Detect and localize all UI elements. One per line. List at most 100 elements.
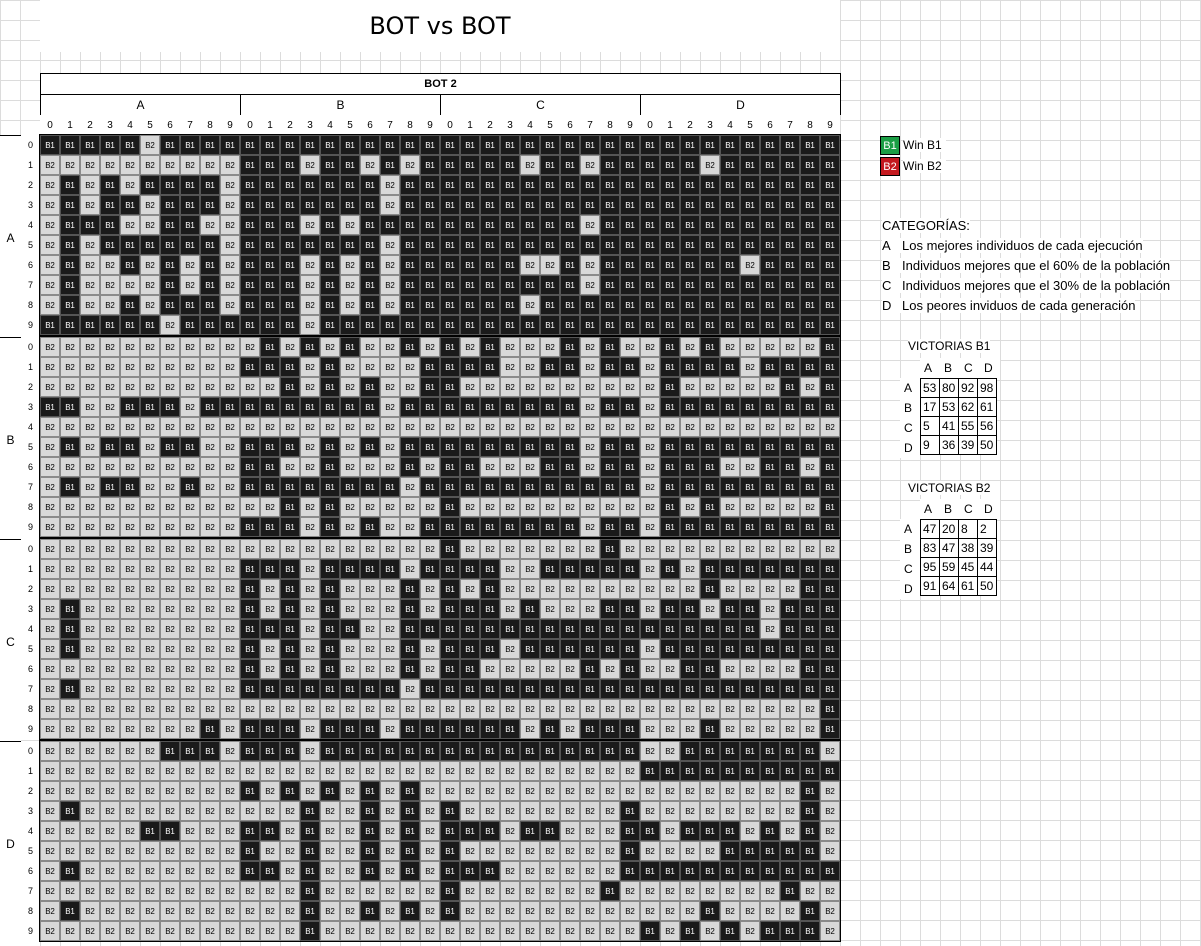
matrix-cell: B1: [540, 477, 560, 497]
matrix-cell: B2: [340, 417, 360, 437]
matrix-cell: B1: [820, 559, 840, 579]
matrix-cell: B2: [280, 861, 300, 881]
matrix-cell: B1: [300, 841, 320, 861]
matrix-cell: B2: [380, 801, 400, 821]
matrix-cell: B1: [680, 741, 700, 761]
matrix-cell: B2: [640, 357, 660, 377]
matrix-cell: B1: [740, 135, 760, 155]
matrix-cell: B1: [240, 841, 260, 861]
matrix-cell: B1: [760, 477, 780, 497]
matrix-cell: B1: [400, 397, 420, 417]
matrix-cell: B2: [300, 437, 320, 457]
matrix-cell: B2: [640, 539, 660, 559]
matrix-cell: B2: [540, 761, 560, 781]
matrix-cell: B1: [780, 841, 800, 861]
matrix-cell: B1: [320, 155, 340, 175]
matrix-cell: B1: [280, 477, 300, 497]
matrix-cell: B1: [680, 761, 700, 781]
matrix-cell: B2: [120, 517, 140, 537]
matrix-cell: B1: [800, 175, 820, 195]
matrix-cell: B2: [420, 639, 440, 659]
matrix-cell: B1: [340, 719, 360, 739]
matrix-cell: B1: [420, 437, 440, 457]
matrix-cell: B2: [720, 781, 740, 801]
matrix-cell: B2: [420, 699, 440, 719]
matrix-cell: B1: [200, 135, 220, 155]
matrix-cell: B1: [280, 135, 300, 155]
matrix-cell: B2: [400, 559, 420, 579]
matrix-cell: B2: [260, 639, 280, 659]
matrix-cell: B1: [720, 741, 740, 761]
matrix-cell: B2: [140, 275, 160, 295]
matrix-cell: B2: [180, 619, 200, 639]
matrix-cell: B1: [460, 559, 480, 579]
matrix-cell: B1: [440, 517, 460, 537]
matrix-cell: B1: [660, 599, 680, 619]
table-cell: 45: [958, 557, 978, 577]
matrix-cell: B2: [540, 539, 560, 559]
matrix-cell: B2: [120, 599, 140, 619]
matrix-cell: B2: [660, 781, 680, 801]
matrix-cell: B1: [360, 801, 380, 821]
matrix-cell: B2: [520, 719, 540, 739]
matrix-cell: B1: [720, 315, 740, 335]
matrix-cell: B1: [460, 215, 480, 235]
matrix-cell: B1: [60, 215, 80, 235]
matrix-cell: B1: [600, 719, 620, 739]
matrix-cell: B1: [440, 457, 460, 477]
matrix-cell: B1: [680, 357, 700, 377]
matrix-cell: B2: [340, 357, 360, 377]
matrix-cell: B1: [680, 639, 700, 659]
matrix-cell: B2: [100, 417, 120, 437]
matrix-cell: B2: [140, 559, 160, 579]
matrix-cell: B1: [60, 175, 80, 195]
matrix-cell: B1: [120, 135, 140, 155]
matrix-cell: B1: [580, 315, 600, 335]
matrix-cell: B2: [500, 881, 520, 901]
matrix-cell: B2: [580, 841, 600, 861]
matrix-cell: B2: [340, 659, 360, 679]
matrix-cell: B2: [660, 841, 680, 861]
matrix-cell: B1: [260, 559, 280, 579]
matrix-cell: B2: [180, 821, 200, 841]
matrix-cell: B2: [620, 921, 640, 941]
matrix-cell: B2: [180, 579, 200, 599]
matrix-cell: B1: [280, 781, 300, 801]
matrix-cell: B1: [700, 275, 720, 295]
matrix-cell: B2: [220, 255, 240, 275]
matrix-cell: B2: [220, 417, 240, 437]
matrix-cell: B1: [540, 315, 560, 335]
matrix-cell: B1: [540, 719, 560, 739]
matrix-cell: B2: [140, 417, 160, 437]
matrix-cell: B2: [420, 579, 440, 599]
matrix-cell: B2: [720, 699, 740, 719]
matrix-cell: B2: [60, 781, 80, 801]
matrix-cell: B1: [700, 719, 720, 739]
table-cell: 50: [977, 435, 997, 455]
matrix-cell: B1: [540, 215, 560, 235]
matrix-cell: B1: [480, 275, 500, 295]
matrix-cell: B2: [460, 921, 480, 941]
matrix-cell: B2: [120, 357, 140, 377]
category-key: C: [882, 278, 892, 293]
matrix-cell: B2: [80, 801, 100, 821]
matrix-cell: B2: [740, 417, 760, 437]
matrix-cell: B1: [600, 639, 620, 659]
matrix-cell: B2: [180, 397, 200, 417]
matrix-cell: B2: [220, 801, 240, 821]
row-index: 4: [21, 417, 40, 437]
matrix-cell: B2: [420, 881, 440, 901]
matrix-cell: B2: [340, 497, 360, 517]
table-column-header: B: [940, 358, 960, 378]
matrix-cell: B2: [340, 377, 360, 397]
matrix-cell: B1: [500, 215, 520, 235]
matrix-cell: B1: [540, 175, 560, 195]
matrix-cell: B2: [640, 741, 660, 761]
matrix-cell: B2: [260, 761, 280, 781]
matrix-cell: B1: [820, 175, 840, 195]
matrix-cell: B1: [560, 679, 580, 699]
table-cell: 91: [920, 576, 940, 596]
matrix-cell: B2: [500, 841, 520, 861]
matrix-cell: B2: [200, 559, 220, 579]
matrix-cell: B1: [420, 741, 440, 761]
